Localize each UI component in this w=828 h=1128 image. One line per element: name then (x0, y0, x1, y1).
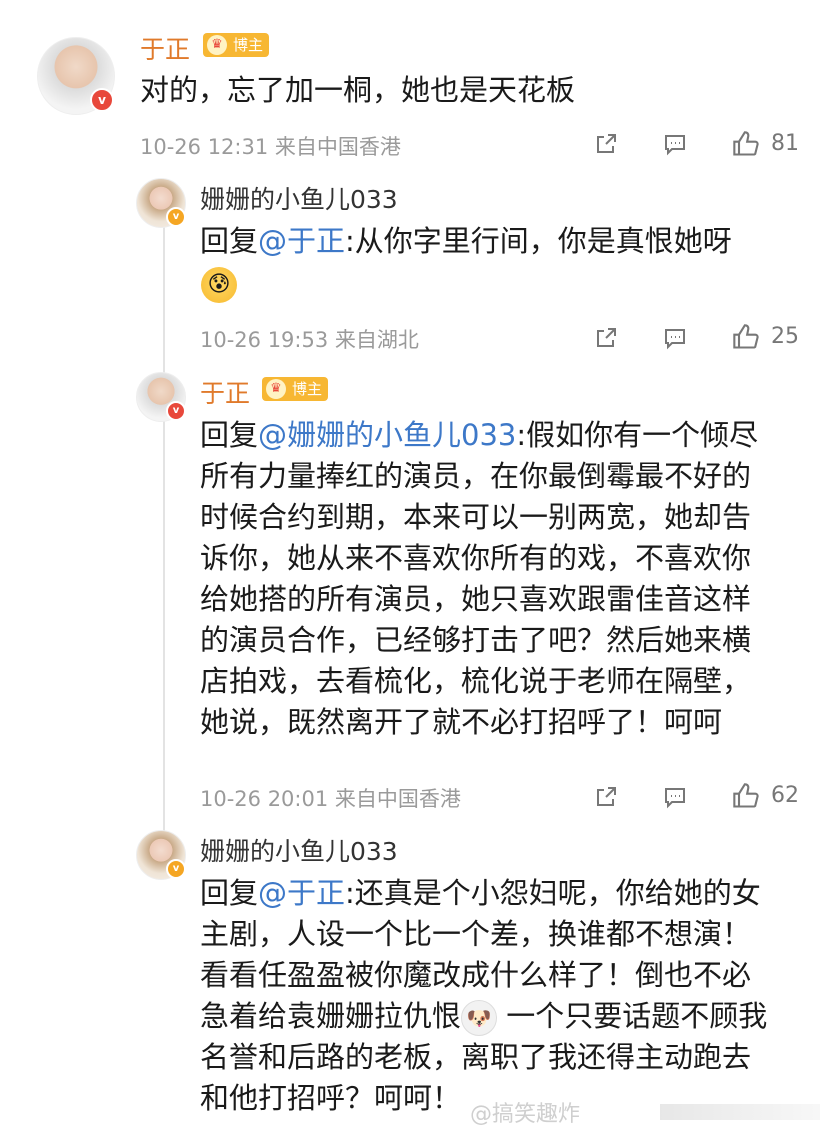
text-line: 回复@姗姗的小鱼儿033:假如你有一个倾尽 (200, 415, 800, 456)
comment-meta: 10-26 20:01 来自中国香港 (200, 787, 461, 811)
verified-badge-icon: v (90, 88, 114, 112)
username[interactable]: 姗姗的小鱼儿033 (200, 832, 398, 868)
text-line: 看看任盈盈被你魔改成什么样了！倒也不必 (200, 958, 752, 992)
mention-link[interactable]: @于正 (258, 224, 345, 258)
dog-emoji-icon: 🐶 (461, 1000, 498, 1036)
comment-text: 回复@姗姗的小鱼儿033:假如你有一个倾尽 所有力量捧红的演员，在你最倒霉最不好… (200, 415, 800, 743)
watermark-blur (660, 1104, 820, 1120)
comment-icon[interactable] (663, 785, 687, 809)
text-segment: 急着给袁姗姗拉仇恨 (200, 999, 462, 1033)
comment-text: 对的，忘了加一桐，她也是天花板 (140, 73, 576, 107)
comment-meta: 10-26 12:31 来自中国香港 (140, 135, 401, 159)
share-icon[interactable] (594, 132, 618, 156)
comment-text: 回复@于正:从你字里行间，你是真恨她呀 (200, 221, 732, 262)
text-line: 名誉和后路的老板，离职了我还得主动跑去 (200, 1040, 752, 1074)
badge-label: 博主 (292, 380, 323, 398)
sweat-emoji-icon: 😰 (201, 267, 237, 303)
comment-icon[interactable] (663, 326, 687, 350)
like-count: 81 (771, 131, 799, 156)
verified-badge-icon: v (166, 207, 186, 227)
like-icon[interactable] (731, 130, 761, 158)
reply-thread-line (163, 195, 165, 835)
mention-link[interactable]: @姗姗的小鱼儿033 (258, 418, 516, 452)
like-count: 62 (771, 783, 799, 808)
mention-link[interactable]: @于正 (258, 876, 345, 910)
text-line: 时候合约到期，本来可以一别两宽，她却告 (200, 500, 752, 534)
text-line: 主剧，人设一个比一个差，换谁都不想演！ (200, 917, 752, 951)
crown-icon: ♛ (207, 35, 227, 55)
share-icon[interactable] (594, 785, 618, 809)
like-icon[interactable] (731, 323, 761, 351)
text-line: 她说，既然离开了就不必打招呼了！呵呵 (200, 705, 723, 739)
watermark: @搞笑趣炸 (470, 1102, 581, 1127)
blogger-badge: ♛ 博主 (262, 377, 329, 401)
reply-body: :假如你有一个倾尽 (516, 418, 759, 452)
text-line: 店拍戏，去看梳化，梳化说于老师在隔壁， (200, 664, 752, 698)
comment-icon[interactable] (663, 132, 687, 156)
text-line: 回复@于正:还真是个小怨妇呢，你给她的女 (200, 873, 800, 914)
reply-prefix: 回复 (200, 418, 259, 452)
reply-prefix: 回复 (200, 876, 259, 910)
text-line: 急着给袁姗姗拉仇恨 🐶 一个只要话题不顾我 (200, 996, 800, 1037)
badge-label: 博主 (233, 36, 264, 54)
username[interactable]: 于正 (200, 374, 250, 410)
reply-prefix: 回复 (200, 224, 259, 258)
crown-icon: ♛ (266, 379, 286, 399)
text-line: 给她搭的所有演员，她只喜欢跟雷佳音这样 (200, 582, 752, 616)
verified-badge-icon: v (166, 859, 186, 879)
reply-body: :从你字里行间，你是真恨她呀 (345, 224, 732, 258)
verified-badge-icon: v (166, 401, 186, 421)
text-line: 诉你，她从来不喜欢你所有的戏，不喜欢你 (200, 541, 752, 575)
blogger-badge: ♛ 博主 (203, 33, 270, 57)
reply-body: :还真是个小怨妇呢，你给她的女 (345, 876, 761, 910)
text-line: 的演员合作，已经够打击了吧？然后她来横 (200, 623, 752, 657)
like-count: 25 (771, 324, 799, 349)
text-line: 所有力量捧红的演员，在你最倒霉最不好的 (200, 459, 752, 493)
comment-text: 回复@于正:还真是个小怨妇呢，你给她的女 主剧，人设一个比一个差，换谁都不想演！… (200, 873, 800, 1119)
like-icon[interactable] (731, 782, 761, 810)
username[interactable]: 姗姗的小鱼儿033 (200, 180, 398, 216)
username[interactable]: 于正 (140, 30, 190, 66)
text-segment: 一个只要话题不顾我 (497, 999, 768, 1033)
share-icon[interactable] (594, 326, 618, 350)
comment-meta: 10-26 19:53 来自湖北 (200, 328, 419, 352)
